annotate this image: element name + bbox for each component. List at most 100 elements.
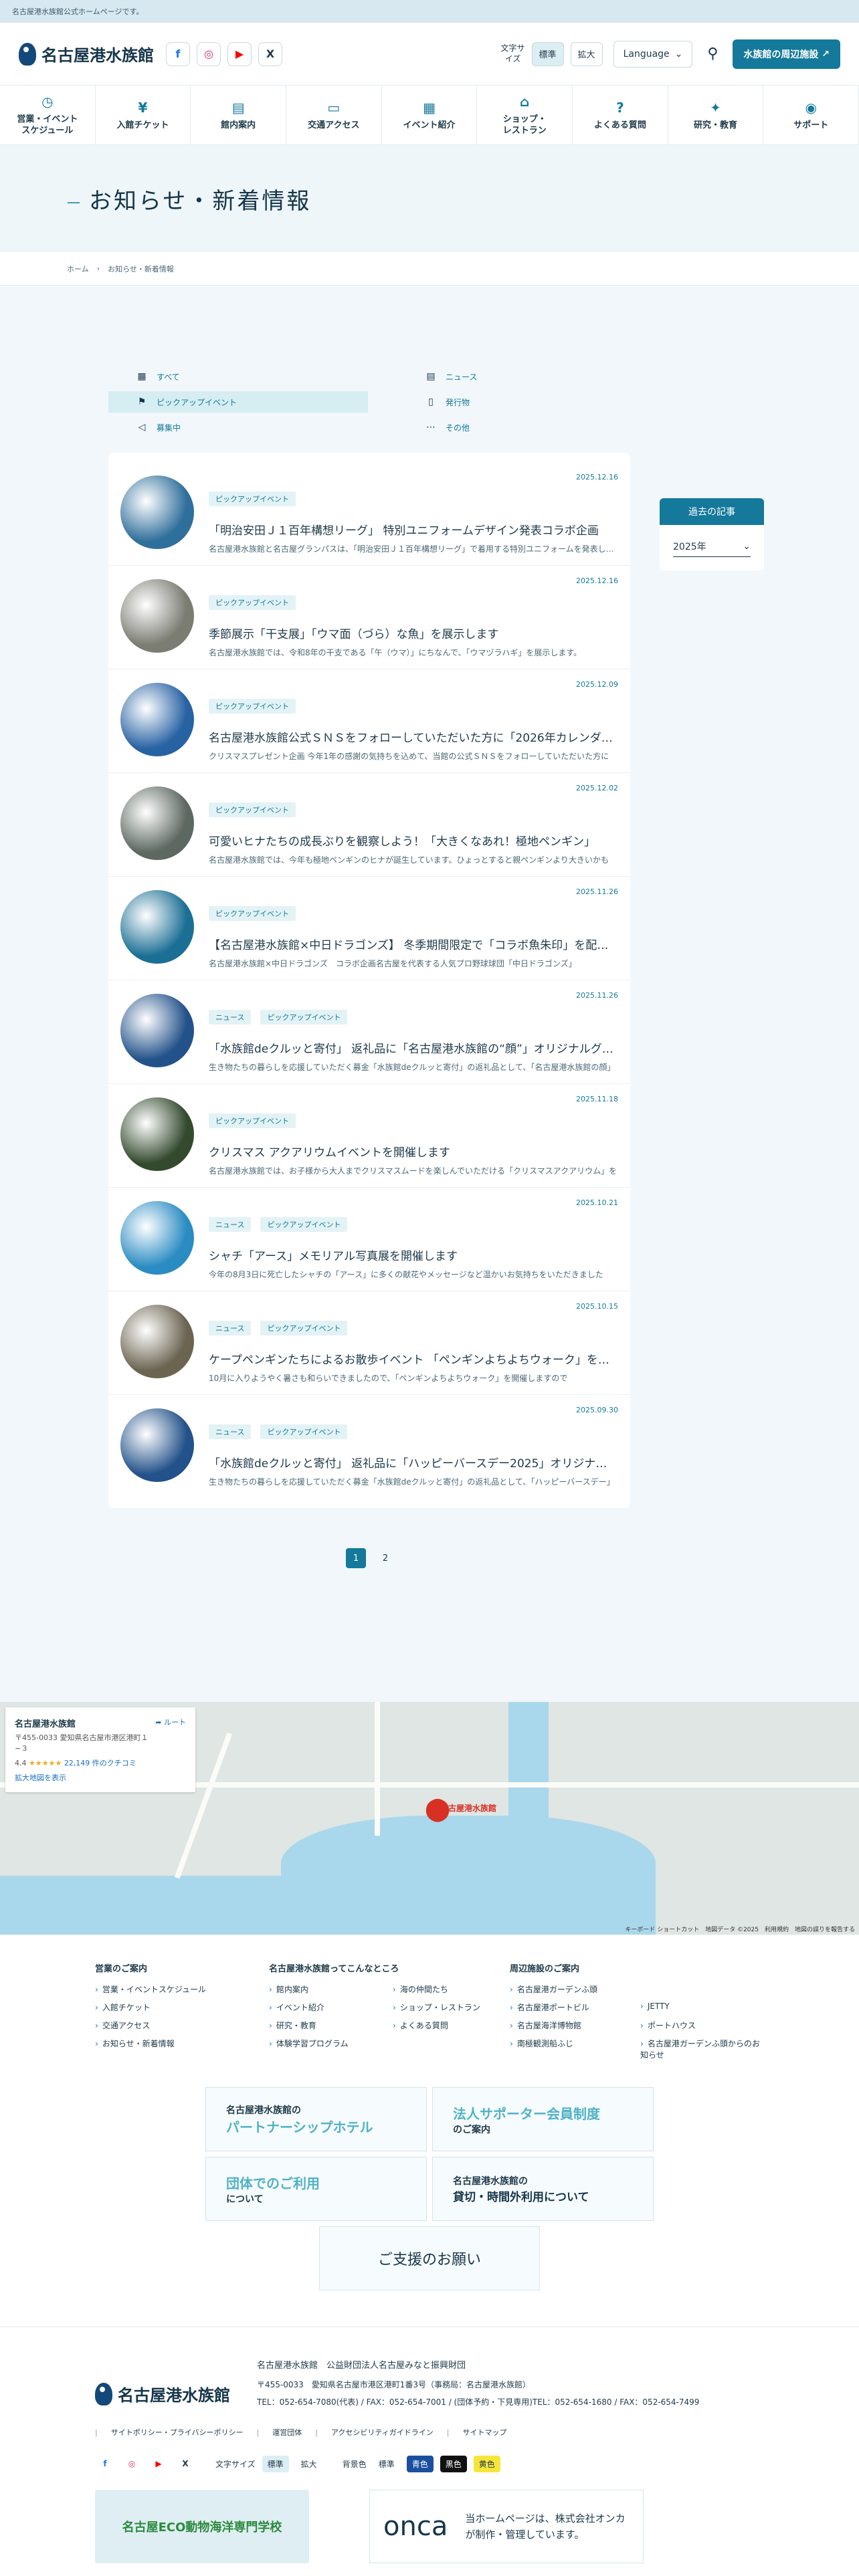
news-title[interactable]: ケープペンギンたちによるお散歩イベント 「ペンギンよちよちウォーク」を開催します [209,1350,618,1367]
map-route-link[interactable]: ➦ ルート [155,1717,186,1727]
footer-legal-link[interactable]: サイトマップ [447,2427,506,2438]
footer-link[interactable]: ポートハウス [640,2020,764,2031]
larger-map-link[interactable]: 拡大地図を表示 [15,1772,186,1783]
map-review-count[interactable]: 22,149 件のクチコミ [64,1759,136,1767]
footer-link[interactable]: イベント紹介 [269,2002,386,2013]
youtube-icon[interactable]: ▶ [149,2454,169,2474]
news-title[interactable]: 名古屋港水族館公式ＳＮＳをフォローしていただいた方に「2026年カレンダー」をプ… [209,728,618,745]
filter-label: ピックアップイベント [157,397,237,407]
news-title[interactable]: 「水族館deクルッと寄付」 返礼品に「ハッピーバースデー2025」オリジナルグッ… [209,1454,618,1471]
news-item[interactable]: 2025.11.26 ピックアップイベント 【名古屋港水族館×中日ドラゴンズ】 冬季… [108,877,630,980]
footer-link[interactable]: 交通アクセス [95,2020,269,2031]
banner-corporate-supporters[interactable]: 法人サポーター会員制度 のご案内 [432,2087,654,2151]
font-size-normal-button[interactable]: 標準 [531,41,564,66]
news-title[interactable]: 季節展示「干支展」「ウマ面（づら）な魚」を展示します [209,625,618,641]
news-thumbnail [120,890,194,964]
banner-partner-hotels[interactable]: 名古屋港水族館の パートナーシップホテル [205,2087,427,2151]
facebook-icon[interactable]: f [166,41,190,66]
footer-link[interactable]: 南極観測船ふじ [510,2038,634,2060]
footer-link[interactable]: よくある質問 [393,2020,510,2031]
x-icon[interactable]: X [258,41,282,66]
news-item[interactable]: 2025.10.15 ニュース ピックアップイベント ケープペンギンたちによるお散歩イ… [108,1291,630,1395]
filter-news[interactable]: ▤ ニュース [397,366,657,387]
instagram-icon[interactable]: ◎ [122,2454,142,2474]
banner-group-use[interactable]: 団体でのご利用 について [205,2157,427,2221]
news-title[interactable]: 可愛いヒナたちの成長ぶりを観察しよう！「大きくなあれ！極地ペンギン」 [209,832,618,849]
news-item[interactable]: 2025.10.21 ニュース ピックアップイベント シャチ「アース」メモリアル写真展… [108,1188,630,1291]
onca-banner[interactable]: onca 当ホームページは、株式会社オンカが制作・管理しています。 [369,2490,644,2564]
news-item[interactable]: 2025.11.18 ピックアップイベント クリスマス アクアリウムイベントを開催し… [108,1084,630,1188]
site-logo[interactable]: 名古屋港水族館 [19,42,154,66]
footer-legal-link[interactable]: サイトポリシー・プライバシーポリシー [95,2427,244,2438]
footer-link[interactable]: 名古屋港ポートビル [510,2002,634,2013]
footer-link[interactable]: 名古屋港ガーデンふ頭からのお知らせ [640,2038,764,2060]
footer-font-large-button[interactable]: 拡大 [296,2456,322,2472]
footer-font-normal-button[interactable]: 標準 [262,2455,289,2472]
footer-link[interactable]: 入館チケット [95,2002,269,2013]
language-select[interactable]: Language ⌄ [613,40,693,68]
around-facilities-button[interactable]: 水族館の周辺施設 ↗ [733,39,840,69]
news-item[interactable]: 2025.09.30 ニュース ピックアップイベント 「水族館deクルッと寄付」 返礼… [108,1395,630,1499]
footer-legal-link[interactable]: アクセシビリティガイドライン [315,2427,434,2438]
footer-logo[interactable]: 名古屋港水族館 [95,2377,230,2411]
footer-link[interactable]: ショップ・レストラン [393,2002,510,2013]
news-item[interactable]: 2025.12.02 ピックアップイベント 可愛いヒナたちの成長ぶりを観察しよう！「… [108,773,630,877]
filter-publications[interactable]: ▯ 発行物 [397,391,657,413]
news-tags: ニュース ピックアップイベント [209,1217,618,1232]
news-excerpt: 名古屋港水族館×中日ドラゴンズ コラボ企画名古屋を代表する人気プロ野球球団「中日… [209,959,577,968]
footer-link[interactable]: 名古屋港ガーデンふ頭 [510,1983,764,1995]
breadcrumb-home[interactable]: ホーム [67,263,89,274]
page-1-button[interactable]: 1 [346,1548,366,1568]
footer-link[interactable]: 営業・イベントスケジュール [95,1983,269,1995]
news-item[interactable]: 2025.12.09 ピックアップイベント 名古屋港水族館公式ＳＮＳをフォローしてい… [108,669,630,773]
footer-link[interactable]: 体験学習プログラム [269,2038,386,2049]
banner-private-rental[interactable]: 名古屋港水族館の 貸切・時間外利用について [432,2157,654,2221]
page-2-button[interactable]: 2 [375,1548,395,1568]
eco-school-banner[interactable]: 名古屋ECO動物海洋専門学校 [95,2490,309,2564]
instagram-icon[interactable]: ◎ [197,41,221,66]
nav-item-tickets[interactable]: ¥ 入館チケット [96,86,191,144]
footer-link[interactable]: 研究・教育 [269,2020,386,2031]
font-size-large-button[interactable]: 拡大 [570,41,603,66]
nav-item-faq[interactable]: ? よくある質問 [573,86,668,144]
footer-link[interactable]: 海の仲間たち [393,1983,510,1995]
color-yellow-button[interactable]: 黄色 [473,2455,500,2472]
nav-item-access[interactable]: ▭ 交通アクセス [286,86,382,144]
banner-support-request[interactable]: ご支援のお願い [319,2226,540,2290]
news-title[interactable]: 【名古屋港水族館×中日ドラゴンズ】 冬季期間限定で「コラボ魚朱印」を配布します [209,936,618,952]
footer-link[interactable]: お知らせ・新着情報 [95,2038,269,2049]
news-title[interactable]: 「水族館deクルッと寄付」 返礼品に「名古屋港水族館の“顔”」オリジナルグッズが… [209,1039,618,1056]
nav-item-events[interactable]: ▦ イベント紹介 [382,86,478,144]
nav-item-schedule[interactable]: ◷ 営業・イベント スケジュール [0,86,96,144]
footer-legal-links: サイトポリシー・プライバシーポリシー 運営団体 アクセシビリティガイドライン サ… [95,2427,859,2438]
nav-item-research[interactable]: ✦ 研究・教育 [668,86,764,144]
footer-legal-link[interactable]: 運営団体 [257,2427,302,2438]
color-normal-button[interactable]: 標準 [373,2456,400,2472]
color-blue-button[interactable]: 青色 [406,2455,434,2472]
search-icon[interactable]: ⚲ [699,41,726,68]
color-black-button[interactable]: 黒色 [440,2455,467,2472]
news-item[interactable]: 2025.11.26 ニュース ピックアップイベント 「水族館deクルッと寄付」 返礼… [108,980,630,1084]
archive-year-value: 2025年 [673,541,706,552]
filter-pickup-events[interactable]: ⚑ ピックアップイベント [108,391,368,413]
news-title[interactable]: 「明治安田Ｊ１百年構想リーグ」 特別ユニフォームデザイン発表コラボ企画 [209,521,618,538]
filter-recruiting[interactable]: ◁ 募集中 [108,417,368,438]
archive-year-select[interactable]: 2025年 ⌄ [673,536,751,557]
news-title[interactable]: クリスマス アクアリウムイベントを開催します [209,1143,618,1160]
nav-item-support[interactable]: ◉ サポート [763,86,859,144]
facebook-icon[interactable]: f [95,2454,115,2474]
youtube-icon[interactable]: ▶ [227,41,252,66]
news-item[interactable]: 2025.12.16 ピックアップイベント 季節展示「干支展」「ウマ面（づら）な魚」… [108,566,630,669]
x-icon[interactable]: X [175,2454,195,2474]
filter-all[interactable]: ▦ すべて [108,366,368,387]
nav-item-shop[interactable]: ⌂ ショップ・ レストラン [477,86,573,144]
news-title[interactable]: シャチ「アース」メモリアル写真展を開催します [209,1247,618,1263]
map-attribution[interactable]: キーボード ショートカット 地図データ ©2025 利用規約 地図の誤りを報告す… [625,1925,855,1933]
news-item[interactable]: 2025.12.16 ピックアップイベント 「明治安田Ｊ１百年構想リーグ」 特別ユニ… [108,462,630,566]
footer-link[interactable]: 名古屋海洋博物館 [510,2020,634,2031]
footer-link[interactable]: 館内案内 [269,1983,386,1995]
filter-other[interactable]: ⋯ その他 [397,417,657,438]
nav-item-guide[interactable]: ▤ 館内案内 [191,86,287,144]
google-map[interactable]: 名古屋港水族館 〒455-0033 愛知県名古屋市港区港町１−３ 4.4 ★★★… [0,1702,859,1935]
footer-link[interactable]: JETTY [640,2002,764,2013]
